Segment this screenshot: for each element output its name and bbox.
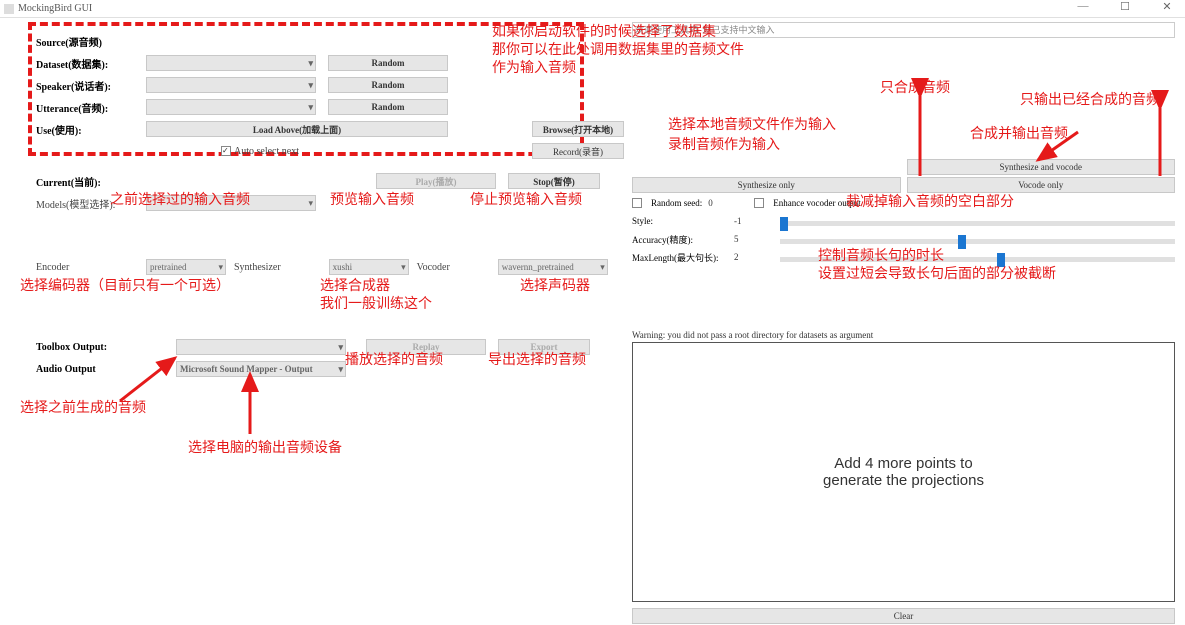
close-button[interactable]: ✕ xyxy=(1153,0,1181,13)
models-panel: Encoder pretrained Synthesizer xushi Voc… xyxy=(36,256,624,278)
utterance-random-button[interactable]: Random xyxy=(328,99,448,115)
dataset-random-button[interactable]: Random xyxy=(328,55,448,71)
left-panel: Source(源音频) Dataset(数据集): Random Speaker… xyxy=(0,18,628,625)
app-title: MockingBird GUI xyxy=(18,3,92,14)
dataset-combo[interactable] xyxy=(146,55,316,71)
play-button[interactable]: Play(播放) xyxy=(376,173,496,189)
anno-export-sel: 导出选择的音频 xyxy=(488,350,586,368)
anno-syn-only: 只合成音频 xyxy=(880,78,950,96)
right-panel: 欢迎使用工具箱, 现已支持中文输入 Synthesize and vocode … xyxy=(628,18,1185,625)
speaker-random-button[interactable]: Random xyxy=(328,77,448,93)
anno-trim: 裁减掉输入音频的空白部分 xyxy=(846,192,1014,210)
anno-encoder: 选择编码器（目前只有一个可选） xyxy=(20,276,230,294)
synthesize-only-button[interactable]: Synthesize only xyxy=(632,177,901,193)
vocoder-combo[interactable]: wavernn_pretrained xyxy=(498,259,608,275)
main-area: Source(源音频) Dataset(数据集): Random Speaker… xyxy=(0,18,1185,625)
anno-vocoder: 选择声码器 xyxy=(520,276,590,294)
minimize-button[interactable]: — xyxy=(1069,0,1097,13)
vocode-only-button[interactable]: Vocode only xyxy=(907,177,1176,193)
maxlength-label: MaxLength(最大句长): xyxy=(632,251,728,264)
style-slider[interactable] xyxy=(780,221,1175,226)
anno-prev-selected: 之前选择过的输入音频 xyxy=(110,190,250,208)
anno-synth: 选择合成器 我们一般训练这个 xyxy=(320,276,432,312)
anno-prev-gen: 选择之前生成的音频 xyxy=(20,398,146,416)
record-button[interactable]: Record(录音) xyxy=(532,143,624,159)
projection-plot: Add 4 more points to generate the projec… xyxy=(632,342,1175,602)
auto-select-label: Auto select next xyxy=(234,146,299,157)
stop-button[interactable]: Stop(暂停) xyxy=(508,173,600,189)
accuracy-label: Accuracy(精度): xyxy=(632,233,728,246)
current-heading: Current(当前): xyxy=(36,174,146,189)
accuracy-slider[interactable] xyxy=(780,239,1175,244)
enhance-checkbox[interactable] xyxy=(754,198,764,208)
anno-preview: 预览输入音频 xyxy=(330,190,414,208)
source-heading: Source(源音频) xyxy=(36,34,102,49)
utterance-combo[interactable] xyxy=(146,99,316,115)
anno-record: 录制音频作为输入 xyxy=(668,135,780,153)
random-seed-label: Random seed: xyxy=(651,198,702,208)
random-seed-value[interactable]: 0 xyxy=(708,198,748,208)
random-seed-checkbox[interactable] xyxy=(632,198,642,208)
browse-button[interactable]: Browse(打开本地) xyxy=(532,121,624,137)
synthesizer-label: Synthesizer xyxy=(234,262,281,273)
accuracy-value: 5 xyxy=(734,234,774,244)
window-buttons: — ☐ ✕ xyxy=(1069,0,1181,13)
encoder-combo[interactable]: pretrained xyxy=(146,259,226,275)
encoder-label: Encoder xyxy=(36,262,146,273)
maximize-button[interactable]: ☐ xyxy=(1111,0,1139,13)
anno-syn-voc: 合成并输出音频 xyxy=(970,124,1068,142)
anno-audio-device: 选择电脑的输出音频设备 xyxy=(188,438,342,456)
toolbox-output-combo[interactable] xyxy=(176,339,346,355)
synthesizer-combo[interactable]: xushi xyxy=(329,259,409,275)
anno-browse: 选择本地音频文件作为输入 xyxy=(668,115,836,133)
audio-output-combo[interactable]: Microsoft Sound Mapper - Output xyxy=(176,361,346,377)
warning-text: Warning: you did not pass a root directo… xyxy=(632,330,1175,340)
speaker-combo[interactable] xyxy=(146,77,316,93)
toolbox-output-label: Toolbox Output: xyxy=(36,342,176,353)
maxlength-value: 2 xyxy=(734,252,774,262)
load-above-button[interactable]: Load Above(加载上面) xyxy=(146,121,448,137)
audio-output-label: Audio Output xyxy=(36,364,176,375)
vocoder-label: Vocoder xyxy=(417,262,450,273)
clear-button[interactable]: Clear xyxy=(632,608,1175,624)
app-icon xyxy=(4,4,14,14)
titlebar: MockingBird GUI — ☐ ✕ xyxy=(0,0,1185,18)
style-value: -1 xyxy=(734,216,774,226)
plot-placeholder-text: Add 4 more points to generate the projec… xyxy=(823,455,984,489)
speaker-label: Speaker(说话者): xyxy=(36,78,146,93)
dataset-label: Dataset(数据集): xyxy=(36,56,146,71)
anno-voc-only: 只输出已经合成的音频 xyxy=(1020,90,1160,108)
anno-play-sel: 播放选择的音频 xyxy=(345,350,443,368)
anno-maxlen: 控制音频长句的时长 设置过短会导致长句后面的部分被截断 xyxy=(818,246,1056,282)
utterance-label: Utterance(音频): xyxy=(36,100,146,115)
style-label: Style: xyxy=(632,216,728,226)
anno-dataset-box: 如果你启动软件的时候选择了数据集 那你可以在此处调用数据集里的音频文件 作为输入… xyxy=(492,22,744,77)
anno-stop-preview: 停止预览输入音频 xyxy=(470,190,582,208)
synthesize-and-vocode-button[interactable]: Synthesize and vocode xyxy=(907,159,1176,175)
auto-select-checkbox[interactable] xyxy=(221,146,231,156)
use-label: Use(使用): xyxy=(36,122,146,137)
